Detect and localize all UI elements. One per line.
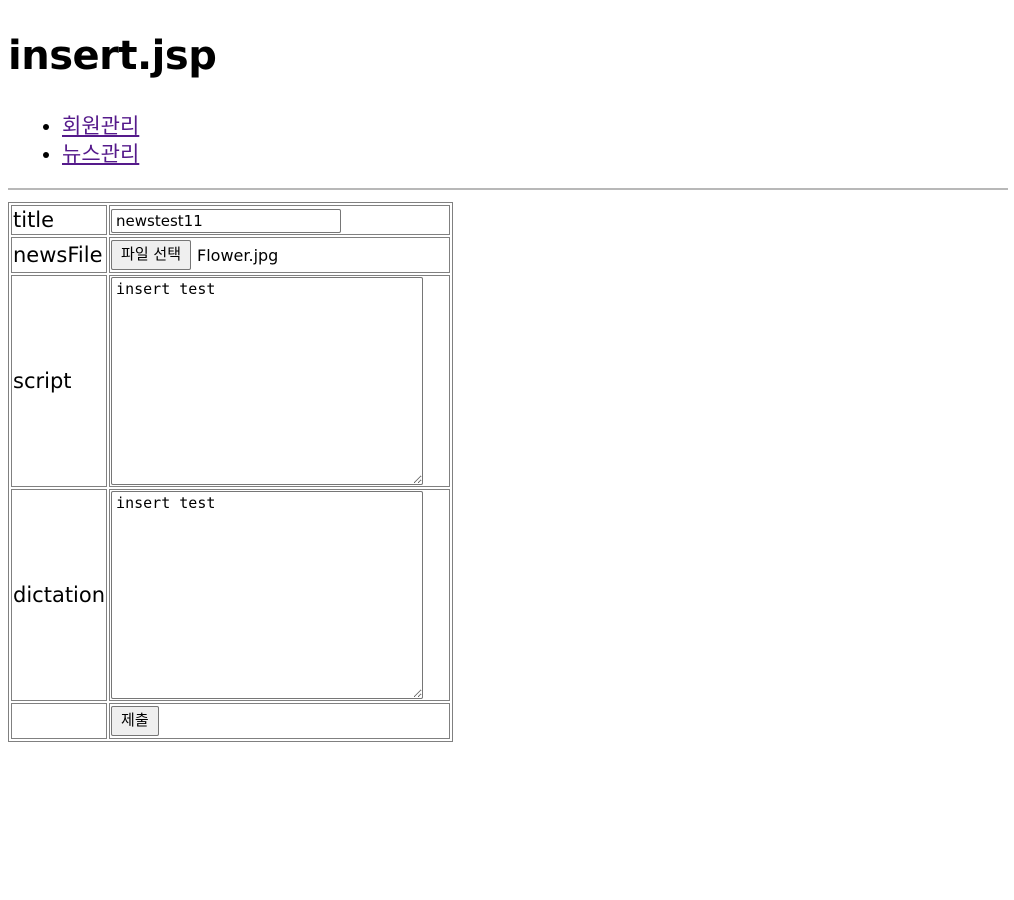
member-management-link[interactable]: 회원관리 [62, 114, 139, 138]
dictation-label: dictation [11, 489, 108, 701]
submit-row: 제출 [11, 703, 450, 739]
nav-list: 회원관리 뉴스관리 [8, 112, 1006, 168]
title-input[interactable] [111, 209, 342, 233]
divider [8, 188, 1008, 190]
submit-button[interactable]: 제출 [111, 706, 159, 736]
choose-file-button[interactable]: 파일 선택 [111, 240, 192, 270]
title-cell [109, 205, 450, 235]
script-textarea[interactable]: insert test [111, 277, 424, 485]
script-row: script insert test [11, 275, 450, 487]
script-label: script [11, 275, 108, 487]
file-cell: 파일 선택 Flower.jpg [109, 237, 450, 273]
dictation-row: dictation insert test [11, 489, 450, 701]
selected-file-name: Flower.jpg [197, 245, 279, 265]
empty-cell [11, 703, 108, 739]
nav-item-member: 회원관리 [62, 112, 1006, 140]
script-cell: insert test [109, 275, 450, 487]
title-row: title [11, 205, 450, 235]
nav-item-news: 뉴스관리 [62, 140, 1006, 168]
dictation-textarea[interactable]: insert test [111, 491, 424, 699]
file-row: newsFile 파일 선택 Flower.jpg [11, 237, 450, 273]
submit-cell: 제출 [109, 703, 450, 739]
news-management-link[interactable]: 뉴스관리 [62, 142, 139, 166]
file-label: newsFile [11, 237, 108, 273]
page: insert.jsp 회원관리 뉴스관리 title newsFile 파일 선… [0, 0, 1014, 742]
title-label: title [11, 205, 108, 235]
file-input: 파일 선택 Flower.jpg [111, 239, 448, 271]
page-title: insert.jsp [8, 33, 217, 79]
dictation-cell: insert test [109, 489, 450, 701]
news-insert-form: title newsFile 파일 선택 Flower.jpg script i… [8, 202, 453, 742]
